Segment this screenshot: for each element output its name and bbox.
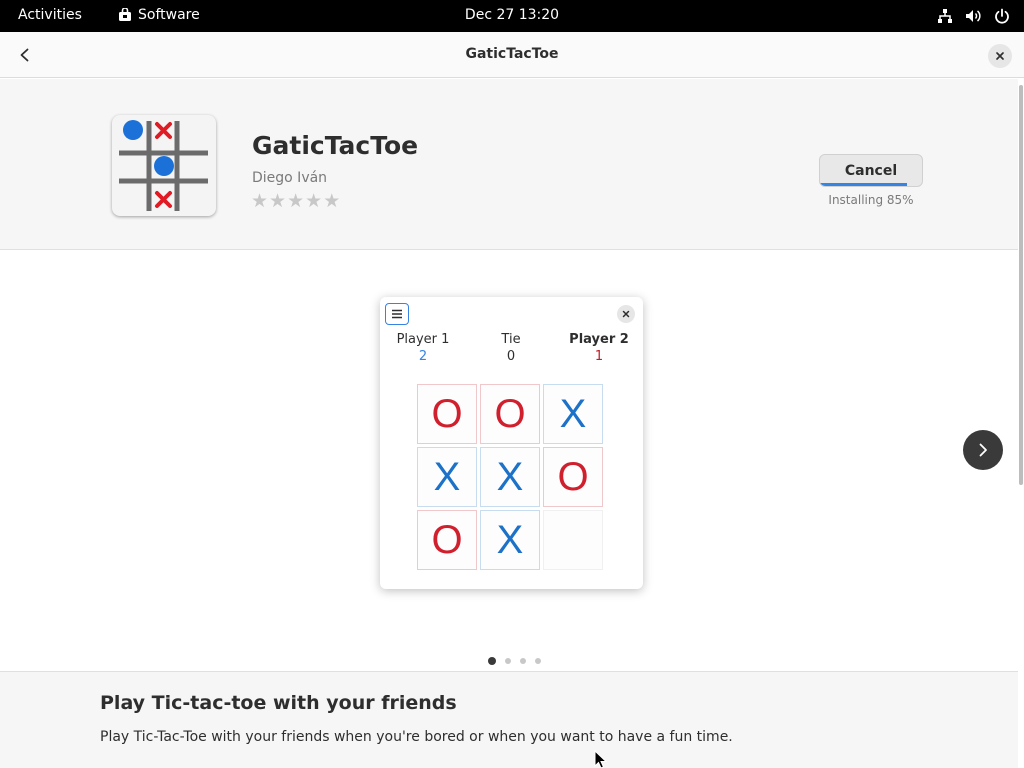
window-title: GaticTacToe [465,46,559,62]
tictactoe-icon [119,120,208,211]
star-icon: ★ [305,190,323,212]
back-arrow-icon [20,48,29,62]
header-bar: GaticTacToe [0,32,1024,78]
window-close-button[interactable] [988,44,1012,68]
scrollbar-thumb[interactable] [1019,85,1023,485]
hamburger-icon [392,309,402,319]
activities-button[interactable]: Activities [18,7,82,23]
next-screenshot-button[interactable] [963,430,1003,470]
board-cell: O [417,510,477,570]
star-icon: ★ [287,190,305,212]
app-menu-label: Software [138,7,200,23]
board-cell: X [543,384,603,444]
board-cell: X [480,510,540,570]
tie-label: Tie [501,332,521,347]
back-button[interactable] [10,40,40,70]
system-top-bar: Activities Software Dec 27 13:20 [0,0,1024,32]
cancel-label: Cancel [844,162,898,179]
app-name: GaticTacToe [252,131,419,160]
carousel-dot[interactable] [505,658,511,664]
player1-score: Player 1 2 [390,332,456,364]
cancel-install-button[interactable]: Cancel [819,154,923,187]
star-icon: ★ [251,190,269,212]
app-screenshot[interactable]: Player 1 2 Tie 0 Player 2 1 OOXXXOOX [380,297,643,589]
board-cell: O [480,384,540,444]
install-progress-bar [820,183,907,186]
screenshot-carousel: Player 1 2 Tie 0 Player 2 1 OOXXXOOX [0,251,1018,671]
mouse-cursor-icon [594,750,608,768]
carousel-dot[interactable] [535,658,541,664]
player1-label: Player 1 [396,332,450,347]
board-cell: X [417,447,477,507]
player2-value: 1 [594,349,604,364]
board-cell: O [543,447,603,507]
description-heading: Play Tic-tac-toe with your friends [100,692,457,714]
screenshot-close-icon [617,305,635,323]
developer-name[interactable]: Diego Iván [252,170,327,186]
app-details-header: GaticTacToe Diego Iván ★ ★ ★ ★ ★ Cancel … [0,79,1018,250]
chevron-right-icon [979,443,987,457]
app-description: Play Tic-tac-toe with your friends Play … [0,671,1018,768]
close-icon [996,52,1004,60]
carousel-page-indicator [488,657,541,665]
tie-score: Tie 0 [480,332,542,364]
network-icon [938,9,952,23]
player2-score: Player 2 1 [565,332,633,364]
power-icon [995,8,1009,24]
scrollbar[interactable] [1018,79,1024,768]
install-status: Installing 85% [828,193,914,207]
carousel-dot[interactable] [520,658,526,664]
player2-label: Player 2 [569,332,629,347]
star-rating: ★ ★ ★ ★ ★ [251,191,340,211]
system-tray[interactable] [937,8,1010,24]
star-icon: ★ [323,190,341,212]
board-cell [543,510,603,570]
board-cell: O [417,384,477,444]
star-icon: ★ [269,190,287,212]
app-menu[interactable]: Software [118,7,200,23]
software-bag-icon [119,8,131,21]
player1-value: 2 [418,349,428,364]
app-icon [112,115,216,216]
tie-value: 0 [506,349,516,364]
board-cell: X [480,447,540,507]
description-body: Play Tic-Tac-Toe with your friends when … [100,729,733,745]
volume-icon [966,10,981,22]
hamburger-menu-button [385,303,409,325]
clock[interactable]: Dec 27 13:20 [465,7,559,23]
carousel-dot[interactable] [488,657,496,665]
game-board: OOXXXOOX [417,384,607,574]
